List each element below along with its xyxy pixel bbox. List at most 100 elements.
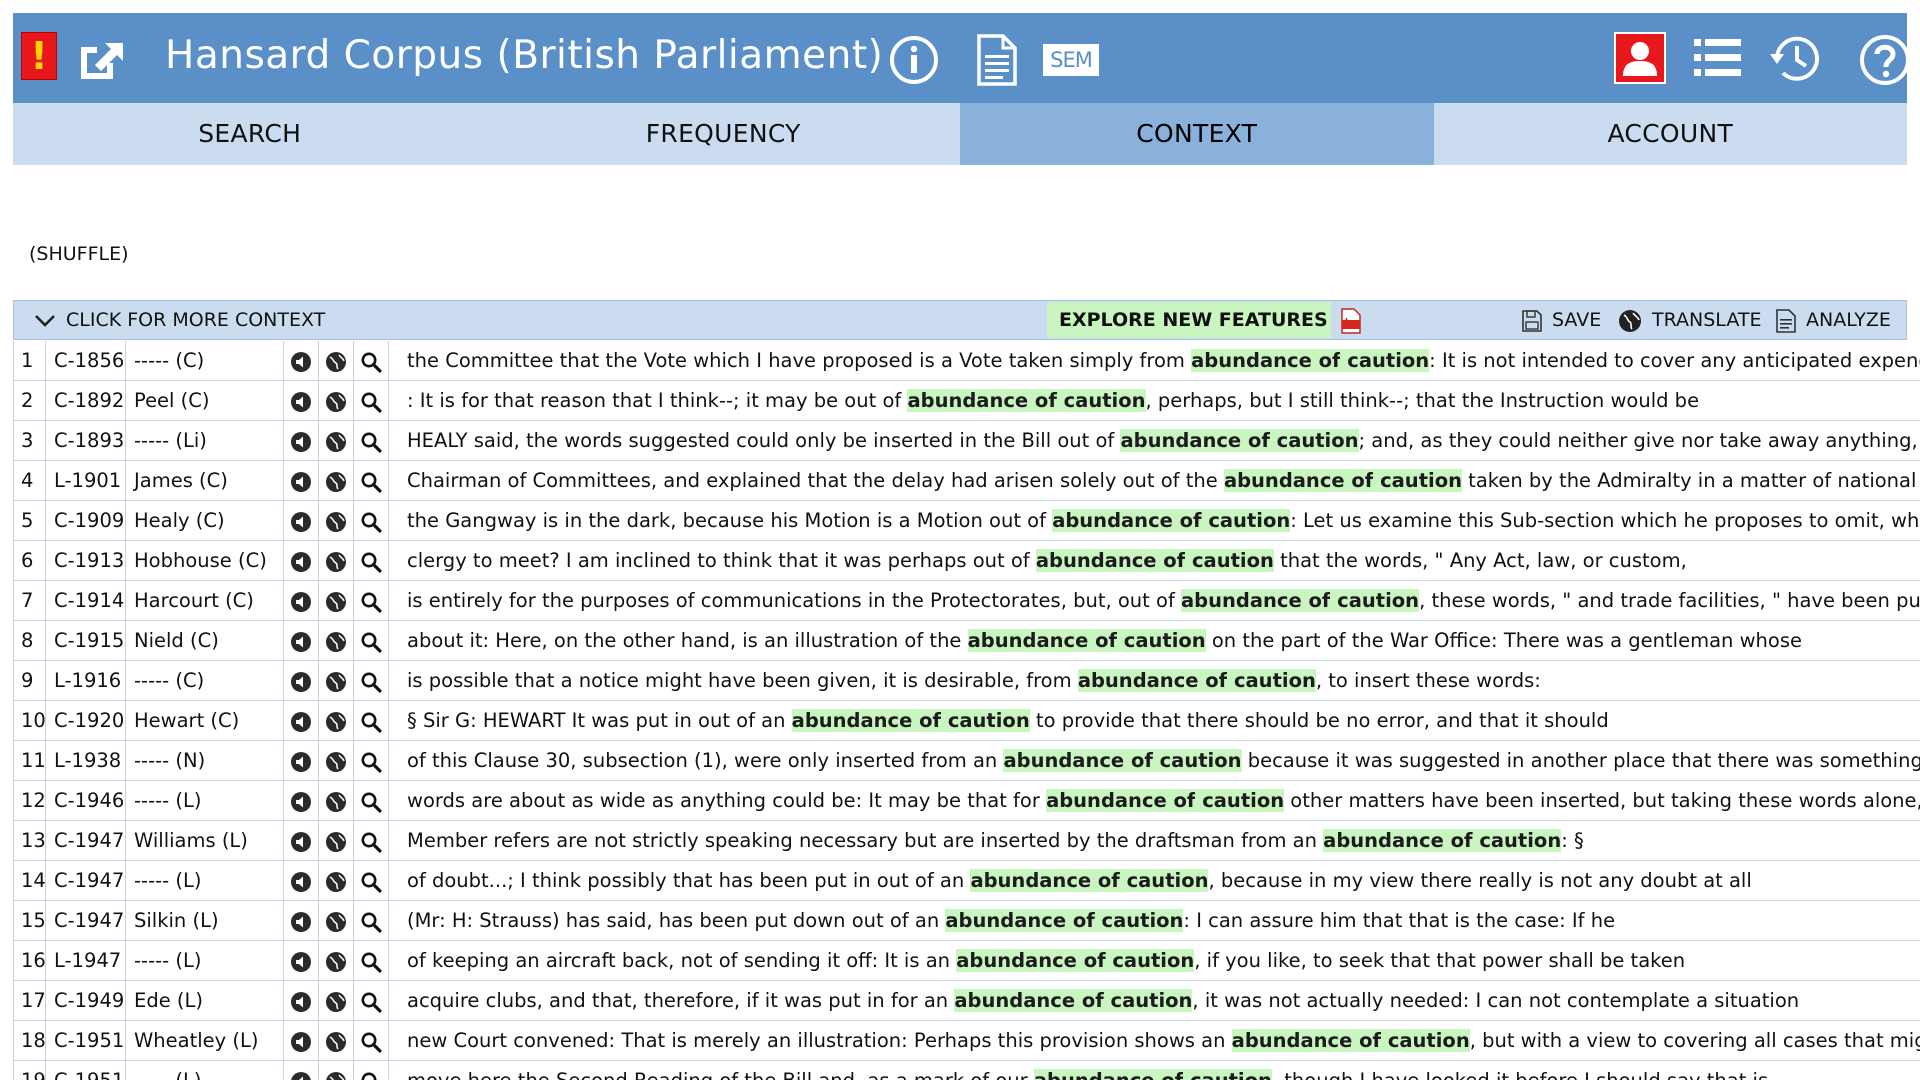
explore-new-features-button[interactable]: EXPLORE NEW FEATURES: [1047, 302, 1362, 338]
globe-icon[interactable]: [325, 511, 347, 533]
globe-icon[interactable]: [325, 671, 347, 693]
more-context-button[interactable]: CLICK FOR MORE CONTEXT: [34, 301, 325, 339]
keyword-of[interactable]: of: [1097, 869, 1120, 892]
globe-icon[interactable]: [325, 711, 347, 733]
keyword-of[interactable]: of: [1247, 429, 1270, 452]
globe-icon[interactable]: [325, 991, 347, 1013]
keyword-caution[interactable]: caution: [1112, 949, 1195, 972]
info-icon[interactable]: [889, 35, 939, 85]
search-icon[interactable]: [360, 391, 382, 413]
globe-icon[interactable]: [325, 391, 347, 413]
keyword-caution[interactable]: caution: [1191, 549, 1274, 572]
keyword-caution[interactable]: caution: [1101, 909, 1184, 932]
keyword-of[interactable]: of: [1130, 749, 1153, 772]
speaker-icon[interactable]: [290, 391, 312, 413]
keyword-of[interactable]: of: [1205, 669, 1228, 692]
keyword-abundance[interactable]: abundance: [945, 909, 1067, 932]
keyword-of[interactable]: of: [1083, 949, 1106, 972]
row-source-year[interactable]: C-1909: [46, 501, 126, 540]
speaker-icon[interactable]: [290, 751, 312, 773]
keyword-abundance[interactable]: abundance: [1181, 589, 1302, 612]
search-icon[interactable]: [360, 671, 382, 693]
globe-icon[interactable]: [325, 351, 347, 373]
speaker-icon[interactable]: [290, 1071, 312, 1080]
save-button[interactable]: SAVE: [1522, 301, 1601, 339]
keyword-caution[interactable]: caution: [1233, 669, 1316, 692]
globe-icon[interactable]: [325, 551, 347, 573]
speaker-icon[interactable]: [290, 591, 312, 613]
keyword-abundance[interactable]: abundance: [970, 869, 1092, 892]
search-icon[interactable]: [360, 951, 382, 973]
keyword-caution[interactable]: caution: [1110, 989, 1193, 1012]
row-source-year[interactable]: L-1938: [46, 741, 126, 780]
speaker-icon[interactable]: [290, 711, 312, 733]
search-icon[interactable]: [360, 831, 382, 853]
row-source-year[interactable]: C-1949: [46, 981, 126, 1020]
row-source-year[interactable]: C-1920: [46, 701, 126, 740]
globe-icon[interactable]: [325, 791, 347, 813]
row-source-year[interactable]: C-1951: [46, 1021, 126, 1060]
row-source-year[interactable]: C-1947: [46, 901, 126, 940]
search-icon[interactable]: [360, 511, 382, 533]
keyword-abundance[interactable]: abundance: [1223, 469, 1345, 492]
speaker-icon[interactable]: [290, 671, 312, 693]
keyword-abundance[interactable]: abundance: [1120, 429, 1242, 452]
search-icon[interactable]: [360, 791, 382, 813]
shuffle-link[interactable]: (SHUFFLE): [29, 243, 129, 265]
keyword-of[interactable]: of: [1173, 789, 1196, 812]
speaker-icon[interactable]: [290, 351, 312, 373]
keyword-caution[interactable]: caution: [1479, 829, 1562, 852]
help-icon[interactable]: [1859, 34, 1911, 86]
open-external-icon[interactable]: [75, 33, 127, 83]
keyword-abundance[interactable]: abundance: [954, 989, 1076, 1012]
globe-icon[interactable]: [325, 911, 347, 933]
user-account-button[interactable]: [1614, 32, 1666, 84]
keyword-caution[interactable]: caution: [1208, 509, 1291, 532]
keyword-of[interactable]: of: [1095, 629, 1117, 652]
globe-icon[interactable]: [325, 831, 347, 853]
search-icon[interactable]: [360, 351, 382, 373]
speaker-icon[interactable]: [290, 551, 312, 573]
keyword-of[interactable]: of: [1179, 509, 1202, 532]
globe-icon[interactable]: [325, 951, 347, 973]
keyword-caution[interactable]: caution: [947, 709, 1030, 732]
keyword-of[interactable]: of: [1351, 469, 1374, 492]
keyword-abundance[interactable]: abundance: [1077, 669, 1199, 692]
keyword-abundance[interactable]: abundance: [1035, 549, 1157, 572]
keyword-abundance[interactable]: abundance: [1231, 1029, 1353, 1052]
row-source-year[interactable]: L-1916: [46, 661, 126, 700]
keyword-caution[interactable]: caution: [1380, 469, 1462, 492]
row-source-year[interactable]: C-1893: [46, 421, 126, 460]
row-source-year[interactable]: C-1947: [46, 861, 126, 900]
speaker-icon[interactable]: [290, 511, 312, 533]
row-source-year[interactable]: C-1947: [46, 821, 126, 860]
search-icon[interactable]: [360, 631, 382, 653]
keyword-caution[interactable]: caution: [1337, 589, 1420, 612]
globe-icon[interactable]: [325, 1031, 347, 1053]
speaker-icon[interactable]: [290, 791, 312, 813]
keyword-abundance[interactable]: abundance: [1003, 749, 1125, 772]
keyword-of[interactable]: of: [1450, 829, 1473, 852]
keyword-of[interactable]: of: [1359, 1029, 1382, 1052]
row-source-year[interactable]: C-1915: [46, 621, 126, 660]
globe-icon[interactable]: [325, 871, 347, 893]
tab-account[interactable]: ACCOUNT: [1434, 103, 1908, 165]
search-icon[interactable]: [360, 751, 382, 773]
history-icon[interactable]: [1767, 32, 1823, 86]
keyword-caution[interactable]: caution: [1202, 789, 1285, 812]
search-icon[interactable]: [360, 431, 382, 453]
speaker-icon[interactable]: [290, 471, 312, 493]
analyze-button[interactable]: ANALYZE: [1776, 301, 1891, 339]
row-source-year[interactable]: C-1951: [46, 1061, 126, 1080]
speaker-icon[interactable]: [290, 991, 312, 1013]
keyword-of[interactable]: of: [1308, 589, 1331, 612]
translate-button[interactable]: TRANSLATE: [1618, 301, 1761, 339]
keyword-abundance[interactable]: abundance: [1191, 349, 1312, 372]
globe-icon[interactable]: [325, 471, 347, 493]
speaker-icon[interactable]: [290, 431, 312, 453]
keyword-caution[interactable]: caution: [1276, 429, 1359, 452]
speaker-icon[interactable]: [290, 631, 312, 653]
speaker-icon[interactable]: [290, 951, 312, 973]
keyword-of[interactable]: of: [1318, 349, 1341, 372]
tab-search[interactable]: SEARCH: [13, 103, 487, 165]
